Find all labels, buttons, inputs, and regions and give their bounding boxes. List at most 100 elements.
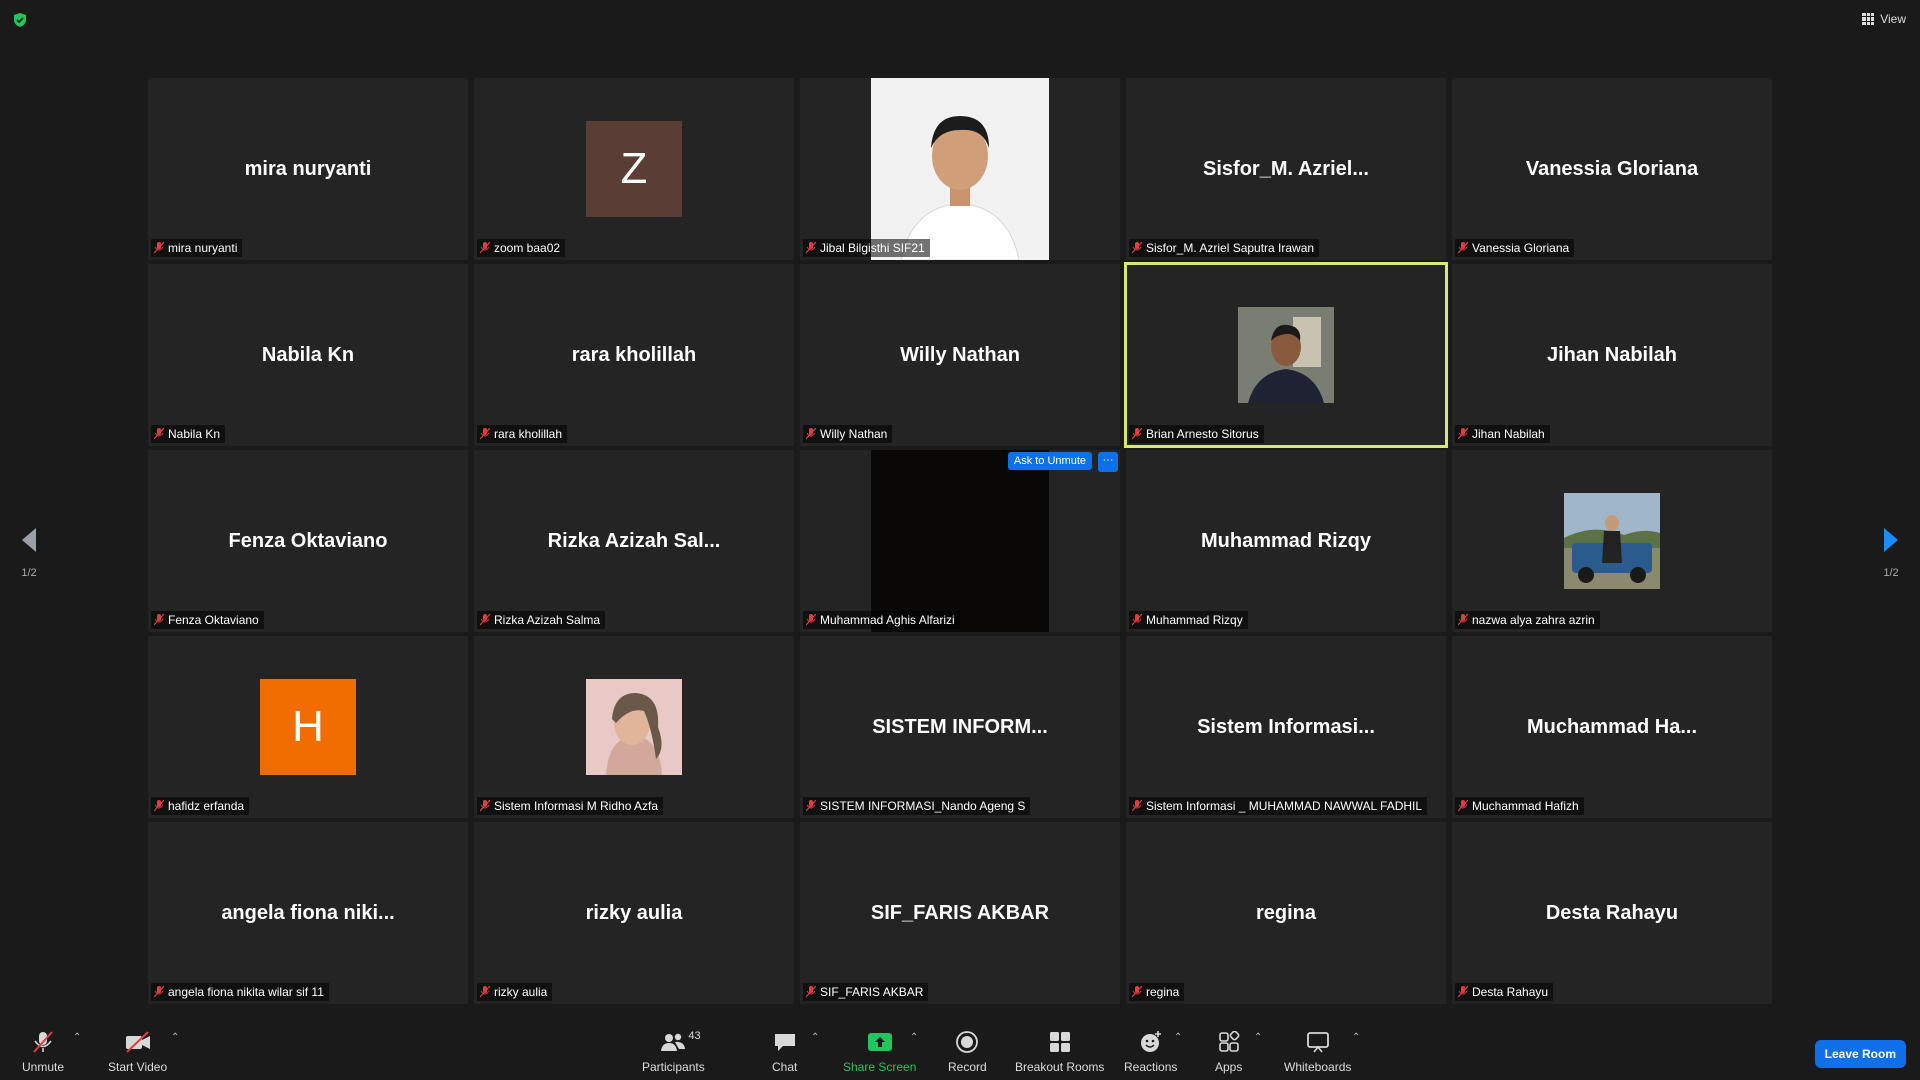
active-speaker-tile[interactable]: Brian Arnesto Sitorus: [1124, 262, 1448, 448]
participant-tile[interactable]: Muchammad Ha... Muchammad Hafizh: [1452, 636, 1772, 818]
reactions-options-chevron-icon[interactable]: ⌃: [1174, 1032, 1182, 1043]
participant-tile[interactable]: Willy Nathan Willy Nathan: [800, 264, 1120, 446]
participant-grid: mira nuryanti mira nuryanti Z zoom baa02…: [148, 78, 1772, 1004]
apps-icon: [1218, 1030, 1240, 1054]
more-options-button[interactable]: ···: [1098, 452, 1118, 472]
share-options-chevron-icon[interactable]: ⌃: [910, 1032, 918, 1043]
participant-label-text: Sistem Informasi M Ridho Azfa: [494, 799, 659, 813]
record-button[interactable]: Record: [948, 1030, 987, 1074]
muted-mic-icon: [1132, 614, 1142, 626]
chat-options-chevron-icon[interactable]: ⌃: [811, 1032, 819, 1043]
participant-display-name: SIF_FARIS AKBAR: [870, 901, 1050, 924]
participant-label-text: Rizka Azizah Salma: [494, 613, 601, 627]
participant-label-text: mira nuryanti: [168, 241, 238, 255]
muted-mic-icon: [806, 242, 816, 254]
participant-tile[interactable]: Vanessia Gloriana Vanessia Gloriana: [1452, 78, 1772, 260]
participant-name-label: Brian Arnesto Sitorus: [1129, 425, 1264, 443]
share-screen-icon: [867, 1030, 893, 1054]
participant-tile[interactable]: Desta Rahayu Desta Rahayu: [1452, 822, 1772, 1004]
participant-label-text: nazwa alya zahra azrin: [1472, 613, 1595, 627]
participant-name-label: Fenza Oktaviano: [151, 611, 264, 629]
muted-mic-icon: [154, 428, 164, 440]
participant-display-name: Muchammad Ha...: [1526, 715, 1698, 738]
participant-label-text: angela fiona nikita wilar sif 11: [168, 985, 324, 999]
video-options-chevron-icon[interactable]: ⌃: [171, 1032, 179, 1043]
participant-tile[interactable]: Sisfor_M. Azriel... Sisfor_M. Azriel Sap…: [1126, 78, 1446, 260]
participant-tile[interactable]: Jibal Bilgisthi SIF21: [800, 78, 1120, 260]
participant-tile[interactable]: mira nuryanti mira nuryanti: [148, 78, 468, 260]
participant-name-label: Nabila Kn: [151, 425, 226, 443]
unmute-button[interactable]: Unmute: [22, 1030, 64, 1074]
participant-name-label: Sisfor_M. Azriel Saputra Irawan: [1129, 239, 1320, 257]
participant-label-text: Nabila Kn: [168, 427, 221, 441]
breakout-rooms-button[interactable]: Breakout Rooms: [1015, 1030, 1104, 1074]
leave-room-button[interactable]: Leave Room: [1814, 1040, 1906, 1068]
next-page-button[interactable]: 1/2: [1876, 526, 1906, 579]
participant-display-name: rara kholillah: [571, 343, 697, 366]
participant-label-text: Muhammad Aghis Alfarizi: [820, 613, 955, 627]
participant-label-text: Jibal Bilgisthi SIF21: [820, 241, 925, 255]
muted-mic-icon: [480, 428, 490, 440]
participant-display-name: Willy Nathan: [900, 343, 1020, 366]
participant-label-text: regina: [1146, 985, 1180, 999]
encryption-shield-icon[interactable]: [12, 12, 28, 28]
participant-video: [871, 450, 1049, 632]
view-button[interactable]: View: [1862, 12, 1906, 26]
apps-options-chevron-icon[interactable]: ⌃: [1254, 1032, 1262, 1043]
whiteboards-options-chevron-icon[interactable]: ⌃: [1352, 1032, 1360, 1043]
muted-mic-icon: [806, 428, 816, 440]
participant-tile[interactable]: Sistem Informasi... Sistem Informasi _ M…: [1126, 636, 1446, 818]
participant-tile[interactable]: Jihan Nabilah Jihan Nabilah: [1452, 264, 1772, 446]
participant-name-label: Rizka Azizah Salma: [477, 611, 606, 629]
muted-mic-icon: [1132, 428, 1142, 440]
previous-page-button[interactable]: 1/2: [14, 526, 44, 579]
participant-tile[interactable]: Ask to Unmute ··· Muhammad Aghis Alfariz…: [800, 450, 1120, 632]
muted-mic-icon: [480, 986, 490, 998]
participant-tile[interactable]: rizky aulia rizky aulia: [474, 822, 794, 1004]
participant-label-text: SISTEM INFORMASI_Nando Ageng S: [820, 799, 1026, 813]
start-video-button[interactable]: Start Video: [108, 1030, 167, 1074]
participant-tile[interactable]: Muhammad Rizqy Muhammad Rizqy: [1126, 450, 1446, 632]
whiteboards-button[interactable]: Whiteboards: [1284, 1030, 1351, 1074]
participant-name-label: rizky aulia: [477, 983, 553, 1001]
participant-name-label: Desta Rahayu: [1455, 983, 1554, 1001]
participant-photo: [586, 679, 682, 775]
participant-label-text: Willy Nathan: [820, 427, 888, 441]
muted-mic-icon: [154, 800, 164, 812]
chat-button[interactable]: Chat: [772, 1030, 797, 1074]
reactions-button[interactable]: Reactions: [1124, 1030, 1177, 1074]
participant-name-label: zoom baa02: [477, 239, 566, 257]
participant-name-label: Sistem Informasi _ MUHAMMAD NAWWAL FADHI…: [1129, 797, 1428, 815]
audio-options-chevron-icon[interactable]: ⌃: [73, 1032, 81, 1043]
participants-count: 43: [688, 1030, 701, 1042]
apps-button[interactable]: Apps: [1215, 1030, 1242, 1074]
participant-display-name: Muhammad Rizqy: [1200, 529, 1372, 552]
ask-to-unmute-button[interactable]: Ask to Unmute: [1007, 452, 1092, 470]
participant-tile[interactable]: regina regina: [1126, 822, 1446, 1004]
participant-tile[interactable]: Nabila Kn Nabila Kn: [148, 264, 468, 446]
participant-name-label: SIF_FARIS AKBAR: [803, 983, 929, 1001]
participant-tile[interactable]: Fenza Oktaviano Fenza Oktaviano: [148, 450, 468, 632]
muted-mic-icon: [1458, 800, 1468, 812]
participant-tile[interactable]: SIF_FARIS AKBAR SIF_FARIS AKBAR: [800, 822, 1120, 1004]
participants-icon: 43: [660, 1030, 701, 1054]
participant-label-text: Brian Arnesto Sitorus: [1146, 427, 1259, 441]
muted-mic-icon: [1132, 986, 1142, 998]
participant-display-name: regina: [1255, 901, 1317, 924]
participant-label-text: Jihan Nabilah: [1472, 427, 1545, 441]
participant-tile[interactable]: rara kholillah rara kholillah: [474, 264, 794, 446]
participant-display-name: Nabila Kn: [261, 343, 355, 366]
participant-tile[interactable]: SISTEM INFORM... SISTEM INFORMASI_Nando …: [800, 636, 1120, 818]
participant-tile[interactable]: H hafidz erfanda: [148, 636, 468, 818]
participant-display-name: rizky aulia: [585, 901, 683, 924]
muted-mic-icon: [480, 614, 490, 626]
participant-tile[interactable]: nazwa alya zahra azrin: [1452, 450, 1772, 632]
participant-tile[interactable]: Z zoom baa02: [474, 78, 794, 260]
participant-label-text: Sisfor_M. Azriel Saputra Irawan: [1146, 241, 1315, 255]
participants-button[interactable]: 43 Participants: [642, 1030, 705, 1074]
share-screen-button[interactable]: Share Screen: [843, 1030, 916, 1074]
participant-tile[interactable]: Rizka Azizah Sal... Rizka Azizah Salma: [474, 450, 794, 632]
muted-mic-icon: [806, 614, 816, 626]
participant-tile[interactable]: angela fiona niki... angela fiona nikita…: [148, 822, 468, 1004]
participant-tile[interactable]: Sistem Informasi M Ridho Azfa: [474, 636, 794, 818]
